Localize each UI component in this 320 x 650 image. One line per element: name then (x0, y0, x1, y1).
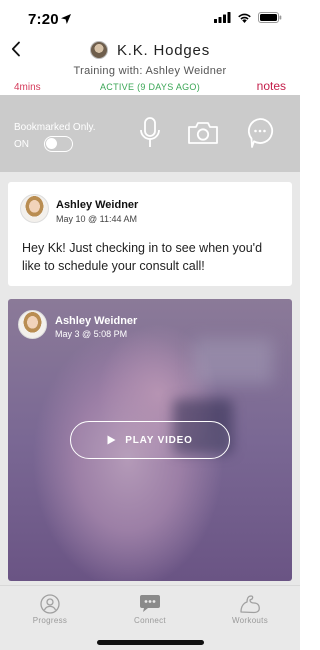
message-timestamp: May 10 @ 11:44 AM (56, 214, 138, 224)
status-bar: 7:20 (0, 0, 300, 38)
notes-link[interactable]: notes (257, 79, 286, 93)
title-wrap: K.K. Hodges (0, 38, 300, 62)
signal-icon (214, 12, 231, 23)
tab-connect[interactable]: Connect (110, 594, 190, 625)
wifi-icon (238, 13, 251, 23)
location-arrow-icon (61, 14, 71, 24)
home-indicator (97, 640, 204, 645)
message-text: Hey Kk! Just checking in to see when you… (22, 241, 263, 273)
trainer-line: Training with: Ashley Weidner (73, 65, 227, 77)
camera-button[interactable] (187, 117, 219, 149)
tab-progress[interactable]: Progress (10, 594, 90, 625)
record-audio-button[interactable] (134, 117, 166, 149)
message-feed[interactable]: Ashley Weidner May 10 @ 11:44 AM Hey Kk!… (0, 172, 300, 585)
video-thumbnail-highlight (193, 339, 273, 384)
toggle-state-label: ON (14, 139, 29, 150)
status-time: 7:20 (28, 11, 59, 28)
play-icon (107, 435, 116, 445)
play-video-button[interactable]: PLAY VIDEO (70, 421, 230, 459)
play-video-label: PLAY VIDEO (125, 434, 193, 446)
client-avatar (89, 41, 108, 59)
video-message-card[interactable]: Ashley Weidner May 3 @ 5:08 PM PLAY VIDE… (8, 299, 292, 581)
sender-avatar (18, 310, 47, 339)
tab-label: Progress (32, 616, 68, 625)
conversation-header: K.K. Hodges Training with: Ashley Weidne… (0, 38, 300, 95)
tab-workouts[interactable]: Workouts (210, 594, 290, 625)
message-toolbar: Bookmarked Only. ON (0, 95, 300, 172)
status-indicators (214, 12, 282, 23)
toggle-knob (46, 138, 57, 149)
message-card[interactable]: Ashley Weidner May 10 @ 11:44 AM Hey Kk!… (8, 182, 292, 286)
sender-name: Ashley Weidner (56, 199, 139, 211)
camera-icon (188, 122, 218, 144)
person-circle-icon (40, 594, 60, 614)
flexed-arm-icon (240, 595, 260, 614)
message-timestamp: May 3 @ 5:08 PM (55, 329, 128, 339)
chat-dots-icon (140, 595, 160, 612)
sender-name: Ashley Weidner (55, 315, 138, 327)
text-message-button[interactable] (244, 117, 276, 149)
bookmarked-label: Bookmarked Only. (14, 122, 96, 133)
bookmarked-toggle[interactable] (44, 136, 73, 152)
chat-bubble-icon (247, 118, 274, 148)
microphone-icon (140, 117, 160, 147)
active-status: ACTIVE (9 DAYS AGO) (99, 82, 201, 92)
sender-avatar (20, 194, 49, 223)
tab-label: Workouts (231, 616, 269, 625)
tab-label: Connect (134, 616, 166, 625)
page-title: K.K. Hodges (116, 41, 210, 59)
battery-icon (258, 12, 282, 23)
